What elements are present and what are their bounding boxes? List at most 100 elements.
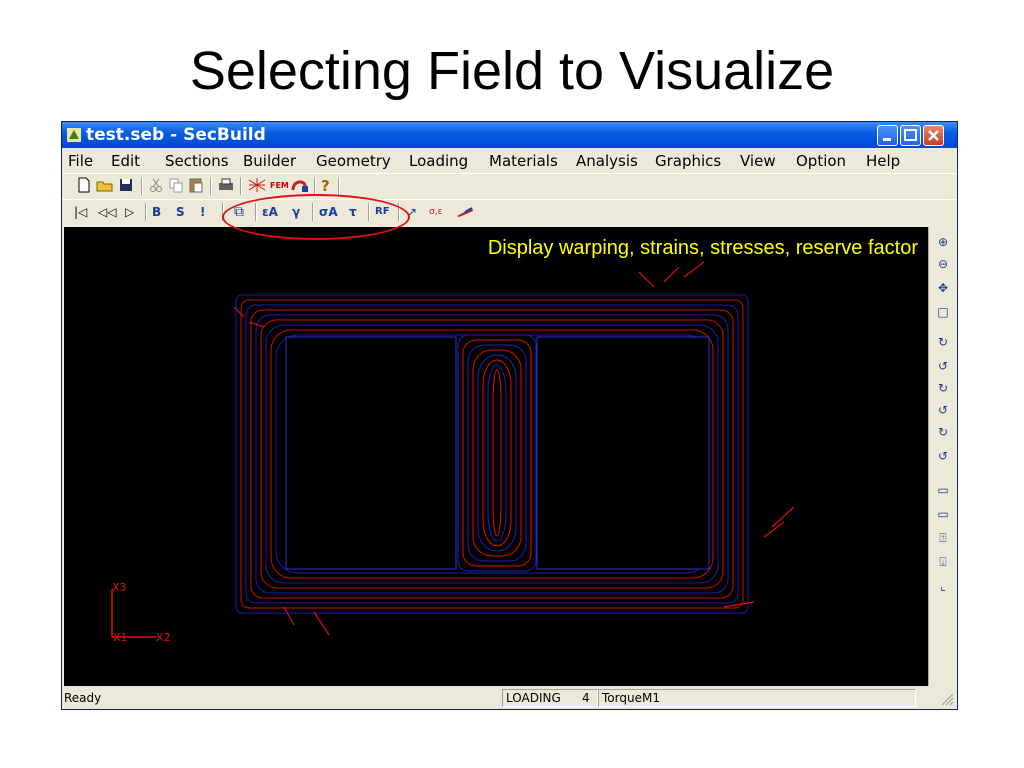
fem-button[interactable]: FEM — [270, 176, 289, 196]
axis-triad — [111, 589, 156, 638]
rotate-x-pos-button[interactable]: ↻ — [934, 333, 952, 351]
status-mode: LOADING — [506, 691, 561, 705]
view-toolbar: |◁ ◁◁ ▷ B S ! ⧉ εA γ σA τ RF ↗ σ,ε — [62, 199, 957, 226]
menu-sections[interactable]: Sections — [165, 152, 229, 170]
section-s-button[interactable]: S — [176, 202, 185, 222]
right-cell-hole — [536, 336, 710, 570]
move-up-icon: ⍐ — [939, 531, 947, 545]
copy-icon — [169, 178, 183, 193]
axis-label-x2: X2 — [156, 631, 171, 644]
title-bar[interactable]: test.seb - SecBuild — [62, 122, 957, 148]
status-case-name: TorqueM1 — [602, 691, 660, 705]
new-file-button[interactable] — [76, 176, 92, 196]
section-b-button[interactable]: B — [152, 202, 161, 222]
axis-view-button[interactable]: ⌞ — [934, 577, 952, 595]
menu-view[interactable]: View — [740, 152, 776, 170]
toolbar-separator — [240, 177, 242, 195]
field-arrow — [638, 271, 655, 288]
field-arrow — [283, 606, 295, 626]
minimize-icon — [883, 138, 891, 141]
mesh-web-ring — [472, 349, 522, 557]
stress-strain-button[interactable]: σ,ε — [429, 202, 442, 222]
menu-materials[interactable]: Materials — [489, 152, 558, 170]
open-button[interactable] — [96, 176, 114, 196]
open-folder-icon — [96, 181, 113, 192]
rotate-z-neg-button[interactable]: ↺ — [934, 447, 952, 465]
rotate-x-neg-button[interactable]: ↺ — [934, 357, 952, 375]
toolbar-separator — [141, 177, 143, 195]
paste-icon — [189, 178, 203, 193]
rotate-y-neg-button[interactable]: ↺ — [934, 401, 952, 419]
save-icon — [120, 179, 132, 191]
toolbar-separator — [338, 177, 340, 195]
menu-option[interactable]: Option — [796, 152, 846, 170]
highlight-ellipse — [222, 194, 410, 240]
mesh-web-ring — [477, 354, 517, 552]
annotation-text: Display warping, strains, stresses, rese… — [487, 237, 918, 259]
status-bar: Ready LOADING 4 TorqueM1 — [62, 688, 957, 709]
solver-icon — [291, 180, 308, 192]
field-arrow — [313, 611, 330, 636]
next-section-button[interactable]: ▷ — [125, 202, 134, 222]
mesh-button[interactable] — [247, 176, 267, 196]
move-right-button[interactable]: ▭ — [934, 481, 952, 499]
cut-icon — [150, 178, 162, 192]
resize-grip-icon[interactable] — [940, 692, 954, 706]
help-button[interactable]: ? — [321, 176, 330, 196]
menu-help[interactable]: Help — [866, 152, 900, 170]
cut-button[interactable] — [148, 176, 164, 196]
paste-button[interactable] — [188, 176, 204, 196]
status-ready: Ready — [64, 691, 102, 705]
rotate-z-pos-button[interactable]: ↻ — [934, 423, 952, 441]
minimize-button[interactable] — [877, 125, 898, 146]
zoom-out-button[interactable]: ⊖ — [934, 255, 952, 273]
mesh-web-ring — [487, 364, 507, 542]
color-button[interactable] — [455, 202, 475, 222]
status-case-number: 4 — [582, 691, 590, 705]
axis-label-x3: X3 — [112, 581, 127, 594]
left-cell-hole — [285, 336, 457, 570]
section-i-button[interactable]: ! — [200, 202, 205, 222]
move-up-button[interactable]: ⍐ — [934, 529, 952, 547]
rotate-z-pos-icon: ↻ — [937, 425, 949, 439]
save-button[interactable] — [118, 176, 134, 196]
app-window: test.seb - SecBuild File Edit Sections B… — [61, 121, 958, 710]
print-icon — [219, 178, 233, 190]
model-viewport[interactable]: X3 X1 X2 Display warping, strains, stres… — [64, 227, 928, 686]
maximize-button[interactable] — [900, 125, 921, 146]
move-down-icon: ⍗ — [939, 555, 947, 569]
new-file-icon — [78, 177, 90, 193]
move-down-button[interactable]: ⍗ — [934, 553, 952, 571]
menu-bar: File Edit Sections Builder Geometry Load… — [62, 149, 957, 173]
rotate-y-pos-button[interactable]: ↻ — [934, 379, 952, 397]
menu-geometry[interactable]: Geometry — [316, 152, 391, 170]
zoom-in-button[interactable]: ⊕ — [934, 233, 952, 251]
mesh-icon — [248, 178, 266, 192]
main-toolbar: FEM ? — [62, 173, 957, 200]
mesh-web-ring — [482, 359, 512, 547]
mesh-web-ring — [492, 369, 502, 537]
window-title: test.seb - SecBuild — [86, 125, 266, 145]
menu-builder[interactable]: Builder — [243, 152, 296, 170]
close-button[interactable] — [923, 125, 944, 146]
move-left-icon: ▭ — [937, 507, 949, 521]
field-arrow — [683, 261, 705, 278]
menu-graphics[interactable]: Graphics — [655, 152, 721, 170]
print-button[interactable] — [217, 176, 235, 196]
menu-analysis[interactable]: Analysis — [576, 152, 638, 170]
solver-button[interactable] — [290, 176, 310, 196]
first-section-button[interactable]: |◁ — [74, 202, 87, 222]
rotate-x-neg-icon: ↺ — [937, 359, 949, 373]
pan-button[interactable]: ✥ — [934, 279, 952, 297]
menu-loading[interactable]: Loading — [409, 152, 468, 170]
rotate-x-pos-icon: ↻ — [937, 335, 949, 349]
toolbar-separator — [210, 177, 212, 195]
copy-button[interactable] — [168, 176, 184, 196]
view-control-toolbar: ⊕ ⊖ ✥ □ ↻ ↺ ↻ ↺ ↻ ↺ ▭ ▭ ⍐ ⍗ ⌞ — [928, 227, 956, 686]
menu-file[interactable]: File — [68, 152, 93, 170]
move-left-button[interactable]: ▭ — [934, 505, 952, 523]
menu-edit[interactable]: Edit — [111, 152, 140, 170]
axis-label-x1: X1 — [113, 631, 128, 644]
previous-section-button[interactable]: ◁◁ — [98, 202, 116, 222]
fit-button[interactable]: □ — [934, 303, 952, 321]
